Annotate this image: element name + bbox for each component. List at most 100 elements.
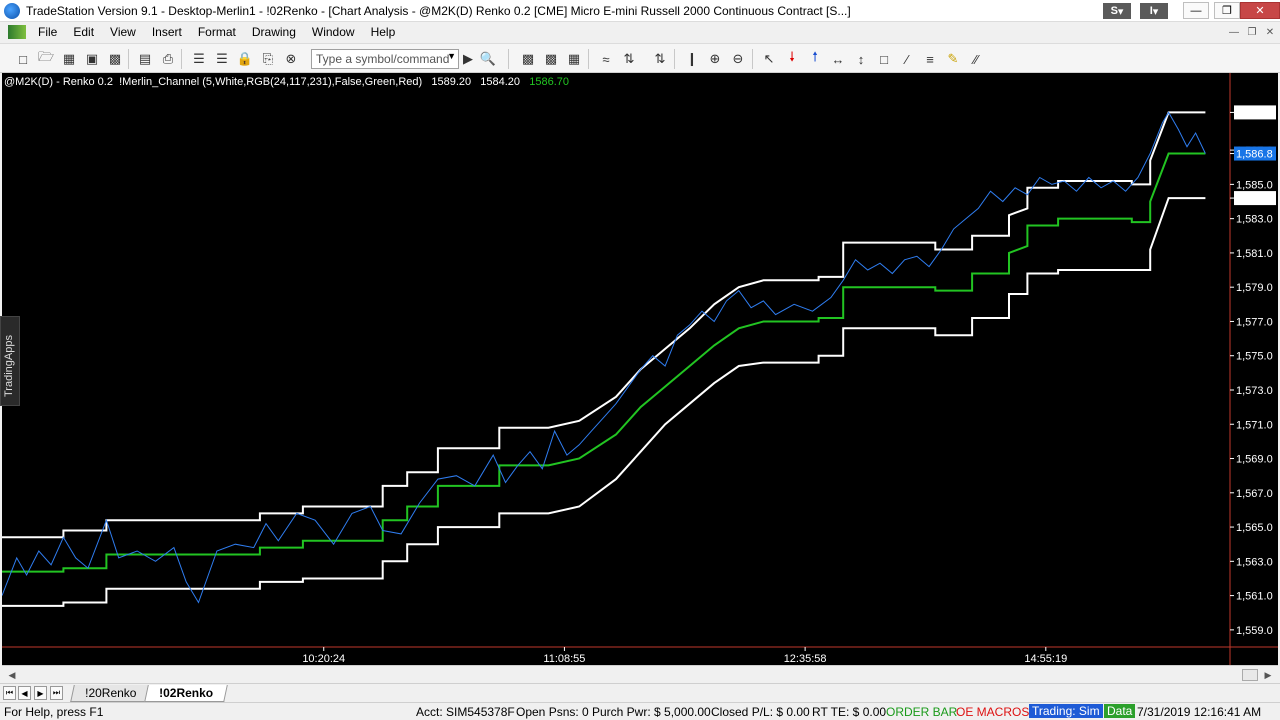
mdi-minimize-button[interactable]: — bbox=[1226, 25, 1242, 39]
y-tick-label: 1,581.0 bbox=[1236, 248, 1273, 260]
format-study-icon[interactable]: ☰ bbox=[213, 50, 231, 68]
tab-20renko[interactable]: !20Renko bbox=[70, 685, 152, 702]
rectangle-icon[interactable]: □ bbox=[875, 50, 893, 68]
zoom-in-icon[interactable]: ⊕ bbox=[706, 50, 724, 68]
print-preview-icon[interactable]: ▤ bbox=[136, 50, 154, 68]
tradingapps-side-tab[interactable]: TradingApps bbox=[0, 316, 20, 406]
pointer-icon[interactable]: ↖ bbox=[760, 50, 778, 68]
zoom-out-icon[interactable]: ⊖ bbox=[729, 50, 747, 68]
y-tick-label: 1,573.0 bbox=[1236, 385, 1273, 397]
status-open-psns: Open Psns: 0 bbox=[516, 705, 589, 719]
up-arrow-icon[interactable]: 🠕 bbox=[806, 49, 824, 68]
i-menu-label: I bbox=[1149, 5, 1153, 17]
y-tick-label: 1,561.0 bbox=[1236, 591, 1273, 603]
menu-view[interactable]: View bbox=[102, 25, 144, 39]
scroll-thumb[interactable] bbox=[1242, 669, 1258, 681]
strategy-icon[interactable]: ≈ bbox=[597, 50, 615, 68]
chart-window-icon bbox=[8, 25, 26, 39]
toolbar-separator bbox=[588, 49, 589, 69]
horizontal-line-icon[interactable]: ↔ bbox=[829, 50, 847, 68]
y-tick-label: 1,559.0 bbox=[1236, 625, 1273, 637]
chevron-down-icon[interactable]: ▼ bbox=[447, 51, 456, 61]
legend-symbol: @M2K(D) - Renko 0.2 bbox=[4, 76, 113, 88]
series-price-line bbox=[2, 111, 1206, 604]
series-lower-line bbox=[2, 197, 1206, 607]
oe-macros-toggle[interactable]: OE MACROS bbox=[956, 705, 1029, 719]
tradestation-logo-icon bbox=[4, 2, 20, 19]
print-icon[interactable]: ⎙ bbox=[159, 50, 177, 68]
next-tab-icon[interactable]: ▶ bbox=[34, 686, 47, 700]
menu-window[interactable]: Window bbox=[304, 25, 363, 39]
new-icon[interactable]: □ bbox=[14, 50, 32, 68]
price-chart[interactable]: 1,589.21,587.01,586.81,585.01,584.21,583… bbox=[2, 73, 1278, 665]
analysis-icon[interactable]: ⇅ bbox=[620, 50, 638, 68]
close-button[interactable]: ✕ bbox=[1240, 2, 1280, 19]
toolbar-separator bbox=[181, 49, 182, 69]
trendline-icon[interactable]: ∕ bbox=[898, 50, 916, 68]
status-acct: Acct: SIM545378F bbox=[416, 705, 515, 719]
menu-edit[interactable]: Edit bbox=[65, 25, 102, 39]
y-tick-label: 1,583.0 bbox=[1236, 214, 1273, 226]
legend-low: 1584.20 bbox=[480, 76, 521, 88]
menu-format[interactable]: Format bbox=[190, 25, 244, 39]
link-icon[interactable]: ⎘ bbox=[259, 50, 277, 68]
y-tick-label: 1,565.0 bbox=[1236, 522, 1273, 534]
y-tick-label: 1,579.0 bbox=[1236, 282, 1273, 294]
open-icon[interactable]: 🗁 bbox=[37, 49, 55, 68]
horizontal-scrollbar[interactable]: ◀ ▶ bbox=[2, 665, 1278, 683]
bar-spacing-icon[interactable]: ❙ bbox=[683, 50, 701, 68]
menu-file[interactable]: File bbox=[30, 25, 65, 39]
fibonacci-icon[interactable]: ≡ bbox=[921, 50, 939, 68]
i-menu-button[interactable]: I ▾ bbox=[1140, 3, 1168, 19]
mdi-close-button[interactable]: ✕ bbox=[1262, 25, 1278, 39]
scroll-left-icon[interactable]: ◀ bbox=[4, 667, 20, 683]
chart-area[interactable]: 1,589.21,587.01,586.81,585.01,584.21,583… bbox=[2, 73, 1278, 665]
lock-icon[interactable]: 🔒 bbox=[236, 50, 254, 68]
mdi-restore-button[interactable]: ❐ bbox=[1244, 25, 1260, 39]
format-symbol-icon[interactable]: ▩ bbox=[542, 50, 560, 68]
status-datetime: 7/31/2019 12:16:41 AM bbox=[1137, 705, 1262, 719]
status-bar: For Help, press F1 Acct: SIM545378F Open… bbox=[0, 702, 1280, 720]
parallel-lines-icon[interactable]: ∕∕ bbox=[967, 50, 985, 68]
series-upper-line bbox=[2, 111, 1206, 539]
trading-mode-badge[interactable]: Trading: Sim bbox=[1029, 704, 1103, 718]
first-tab-icon[interactable]: ⏮ bbox=[3, 686, 16, 700]
down-arrow-icon[interactable]: 🠗 bbox=[783, 49, 801, 68]
x-tick-label: 14:55:19 bbox=[1024, 653, 1067, 665]
tab-20renko-label: !20Renko bbox=[85, 686, 137, 700]
go-arrow-icon[interactable]: ▶ bbox=[459, 50, 477, 68]
tab-02renko[interactable]: !02Renko bbox=[144, 685, 228, 702]
s-menu-button[interactable]: S ▾ bbox=[1103, 3, 1131, 19]
legend-high: 1589.20 bbox=[431, 76, 472, 88]
insert-study-icon[interactable]: ▦ bbox=[565, 50, 583, 68]
y-tick-label: 1,575.0 bbox=[1236, 351, 1273, 363]
trade-icon[interactable]: ⇅ bbox=[651, 50, 669, 68]
title-bar: TradeStation Version 9.1 - Desktop-Merli… bbox=[0, 0, 1280, 22]
toolbar-separator bbox=[128, 49, 129, 69]
open-workspace-icon[interactable]: ▩ bbox=[106, 50, 124, 68]
symbol-lookup-icon[interactable]: 🔍 bbox=[479, 50, 497, 68]
y-tick-label: 1,586.8 bbox=[1236, 149, 1273, 161]
format-window-icon[interactable]: ☰ bbox=[190, 50, 208, 68]
menu-drawing[interactable]: Drawing bbox=[244, 25, 304, 39]
save-all-icon[interactable]: ▦ bbox=[60, 50, 78, 68]
y-tick-label: 1,589.2 bbox=[1236, 107, 1273, 119]
delete-icon[interactable]: ⊗ bbox=[282, 50, 300, 68]
s-menu-label: S bbox=[1110, 5, 1118, 17]
minimize-button[interactable]: — bbox=[1183, 2, 1209, 19]
y-tick-label: 1,571.0 bbox=[1236, 419, 1273, 431]
last-tab-icon[interactable]: ⏭ bbox=[50, 686, 63, 700]
scroll-right-icon[interactable]: ▶ bbox=[1260, 667, 1276, 683]
tab-02renko-label: !02Renko bbox=[159, 686, 214, 700]
prev-tab-icon[interactable]: ◀ bbox=[18, 686, 31, 700]
vertical-line-icon[interactable]: ↕ bbox=[852, 50, 870, 68]
save-icon[interactable]: ▣ bbox=[83, 50, 101, 68]
order-bar-toggle[interactable]: ORDER BAR bbox=[886, 705, 957, 719]
data-window-icon[interactable]: ▩ bbox=[519, 50, 537, 68]
menu-insert[interactable]: Insert bbox=[144, 25, 190, 39]
menu-help[interactable]: Help bbox=[363, 25, 404, 39]
restore-button[interactable]: ❐ bbox=[1214, 2, 1240, 19]
menu-bar: File Edit View Insert Format Drawing Win… bbox=[0, 22, 1280, 42]
symbol-command-input[interactable]: Type a symbol/command ▼ bbox=[311, 49, 459, 69]
pencil-icon[interactable]: ✎ bbox=[944, 50, 962, 68]
